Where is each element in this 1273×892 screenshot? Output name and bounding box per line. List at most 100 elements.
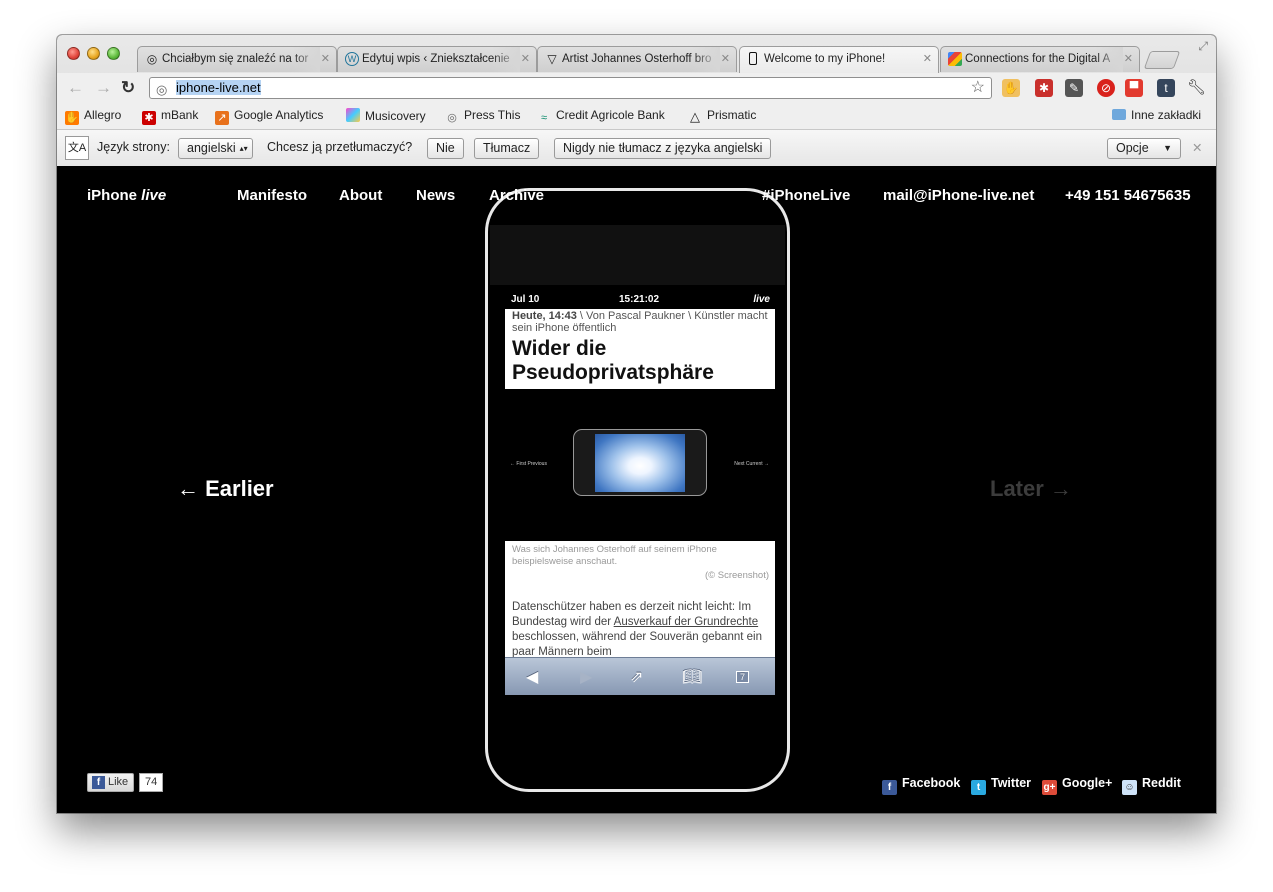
close-window-button[interactable] <box>67 47 80 60</box>
iphone-frame: Jul 10 15:21:02 live Heute, 14:43 \ Von … <box>485 188 790 792</box>
web-page: iPhone live Manifesto About News Archive… <box>57 166 1216 813</box>
bookmark-musicovery[interactable]: Musicovery <box>346 108 426 123</box>
triangle-icon: ▽ <box>547 52 557 66</box>
article-media: ← First Previous Next Current → <box>505 389 775 541</box>
globe-icon: ◎ <box>447 112 457 124</box>
zoom-window-button[interactable] <box>107 47 120 60</box>
close-tab-icon[interactable]: ✕ <box>321 47 330 71</box>
iphone-screen: Jul 10 15:21:02 live Heute, 14:43 \ Von … <box>505 291 775 695</box>
hashtag-link[interactable]: #iPhoneLive <box>762 187 850 204</box>
never-translate-button[interactable]: Nigdy nie tłumacz z języka angielski <box>554 138 772 159</box>
tab-4-active[interactable]: Welcome to my iPhone! ✕ <box>739 46 939 73</box>
email-link[interactable]: mail@iPhone-live.net <box>883 187 1034 204</box>
article-link[interactable]: Ausverkauf der Grundrechte <box>614 616 758 628</box>
nav-news[interactable]: News <box>416 187 455 204</box>
wrench-icon[interactable]: 🔧︎ <box>1187 79 1206 97</box>
bookmark-press-this[interactable]: ◎ Press This <box>445 108 520 125</box>
later-link[interactable]: Later → <box>990 476 1072 502</box>
nav-archive[interactable]: Archive <box>489 187 544 204</box>
article-body: Datenschützer haben es derzeit nicht lei… <box>512 601 762 658</box>
share-twitter[interactable]: t Twitter <box>971 776 1031 795</box>
updown-icon: ▴▾ <box>239 144 248 153</box>
musicovery-icon <box>346 108 360 122</box>
tabs-icon[interactable]: 7 <box>736 671 750 683</box>
forward-icon[interactable]: → <box>95 78 112 98</box>
extension-bug-icon[interactable]: ✱ <box>1035 79 1053 97</box>
extension-evernote-icon[interactable]: ✎ <box>1065 79 1083 97</box>
language-select[interactable]: angielski ▴▾ <box>178 138 253 159</box>
status-time: 15:21:02 <box>619 294 660 305</box>
address-bar[interactable]: ◎ iphone-live.net ☆ <box>149 77 992 99</box>
close-tab-icon[interactable]: ✕ <box>923 47 932 71</box>
globe-icon: ◎ <box>156 82 168 97</box>
folder-icon <box>1112 109 1126 120</box>
close-tab-icon[interactable]: ✕ <box>1124 47 1133 71</box>
close-infobar-icon[interactable]: ✕ <box>1192 140 1202 155</box>
close-tab-icon[interactable]: ✕ <box>721 47 730 71</box>
tab-1[interactable]: ◎ Chciałbym się znaleźć na tor ✕ <box>137 46 337 72</box>
reload-icon[interactable]: ↻ <box>121 78 135 98</box>
nav-about[interactable]: About <box>339 187 382 204</box>
language-label: Język strony: <box>97 140 170 154</box>
media-nav-right[interactable]: Next Current → <box>734 461 769 467</box>
share-icon[interactable]: ⇗ <box>630 667 643 687</box>
tab-5[interactable]: Connections for the Digital A ✕ <box>940 46 1140 72</box>
close-tab-icon[interactable]: ✕ <box>521 47 530 71</box>
nav-manifesto[interactable]: Manifesto <box>237 187 307 204</box>
tab-strip: ◎ Chciałbym się znaleźć na tor ✕ W Edytu… <box>57 35 1216 73</box>
bookmark-credit-agricole[interactable]: ≈ Credit Agricole Bank <box>537 108 672 125</box>
forward-icon: ▶ <box>580 669 593 686</box>
tab-title: Connections for the Digital A <box>965 53 1111 65</box>
image-credit: (© Screenshot) <box>704 570 769 581</box>
sky-image <box>595 434 685 492</box>
media-nav-left[interactable]: ← First Previous <box>510 461 547 467</box>
wordpress-icon: W <box>345 52 359 66</box>
options-select[interactable]: Opcje ▼ <box>1107 138 1181 159</box>
phone-link[interactable]: +49 151 54675635 <box>1065 187 1191 204</box>
extension-couch-icon[interactable]: ▀ <box>1125 79 1143 97</box>
browser-window: ◎ Chciałbym się znaleźć na tor ✕ W Edytu… <box>57 35 1216 813</box>
allegro-icon: ✋ <box>65 111 79 125</box>
back-icon[interactable]: ◀ <box>526 667 538 687</box>
triangle-icon: △ <box>690 109 700 124</box>
credit-agricole-icon: ≈ <box>540 112 548 124</box>
bookmarks-icon[interactable]: 📖︎ <box>682 667 702 687</box>
twitter-icon: t <box>971 780 986 795</box>
extension-hand-icon[interactable]: ✋ <box>1002 79 1020 97</box>
facebook-icon: f <box>882 780 897 795</box>
tab-title: Edytuj wpis ‹ Zniekształcenie <box>362 53 510 65</box>
earlier-link[interactable]: ← Earlier <box>177 476 274 502</box>
bookmark-allegro[interactable]: ✋ Allegro <box>65 108 121 125</box>
address-bar-url: iphone-live.net <box>176 80 261 95</box>
tab-title: Chciałbym się znaleźć na tor <box>162 53 309 65</box>
share-googleplus[interactable]: g+ Google+ <box>1042 776 1112 795</box>
site-logo[interactable]: iPhone live <box>87 187 166 204</box>
image-caption: Was sich Johannes Osterhoff auf seinem i… <box>512 544 717 567</box>
facebook-like-button[interactable]: f Like <box>87 773 135 792</box>
like-count: 74 <box>139 773 164 792</box>
iphone-top-bezel <box>490 225 785 285</box>
bookmark-star-icon[interactable]: ☆ <box>971 78 985 98</box>
translate-button[interactable]: Tłumacz <box>474 138 540 159</box>
dont-translate-button[interactable]: Nie <box>427 138 464 159</box>
extension-adblock-icon[interactable]: ⊘ <box>1097 79 1115 97</box>
share-reddit[interactable]: ☺ Reddit <box>1122 776 1181 795</box>
tab-title: Artist Johannes Osterhoff bro <box>562 53 712 65</box>
extension-tumblr-icon[interactable]: t <box>1157 79 1175 97</box>
browser-chrome: ◎ Chciałbym się znaleźć na tor ✕ W Edytu… <box>57 35 1216 166</box>
minimize-window-button[interactable] <box>87 47 100 60</box>
article-headline: Wider die Pseudoprivatsphäre <box>512 337 714 384</box>
bookmark-google-analytics[interactable]: ↗ Google Analytics <box>215 108 323 125</box>
toolbar: ← → ↻ ◎ iphone-live.net ☆ ✋ ✱ ✎ ⊘ ▀ t 🔧︎ <box>57 73 1216 103</box>
bookmark-prismatic[interactable]: △ Prismatic <box>688 108 756 124</box>
bookmark-mbank[interactable]: ✱ mBank <box>142 108 198 125</box>
fullscreen-icon[interactable]: ⤢ <box>1198 39 1208 54</box>
new-tab-button[interactable] <box>1143 51 1181 69</box>
other-bookmarks-folder[interactable]: Inne zakładki <box>1112 108 1201 122</box>
share-facebook[interactable]: f Facebook <box>882 776 960 795</box>
back-icon[interactable]: ← <box>67 78 84 98</box>
tab-3[interactable]: ▽ Artist Johannes Osterhoff bro ✕ <box>537 46 737 72</box>
status-date: Jul 10 <box>511 294 540 305</box>
tab-2[interactable]: W Edytuj wpis ‹ Zniekształcenie ✕ <box>337 46 537 72</box>
mini-iphone-image <box>573 429 707 496</box>
